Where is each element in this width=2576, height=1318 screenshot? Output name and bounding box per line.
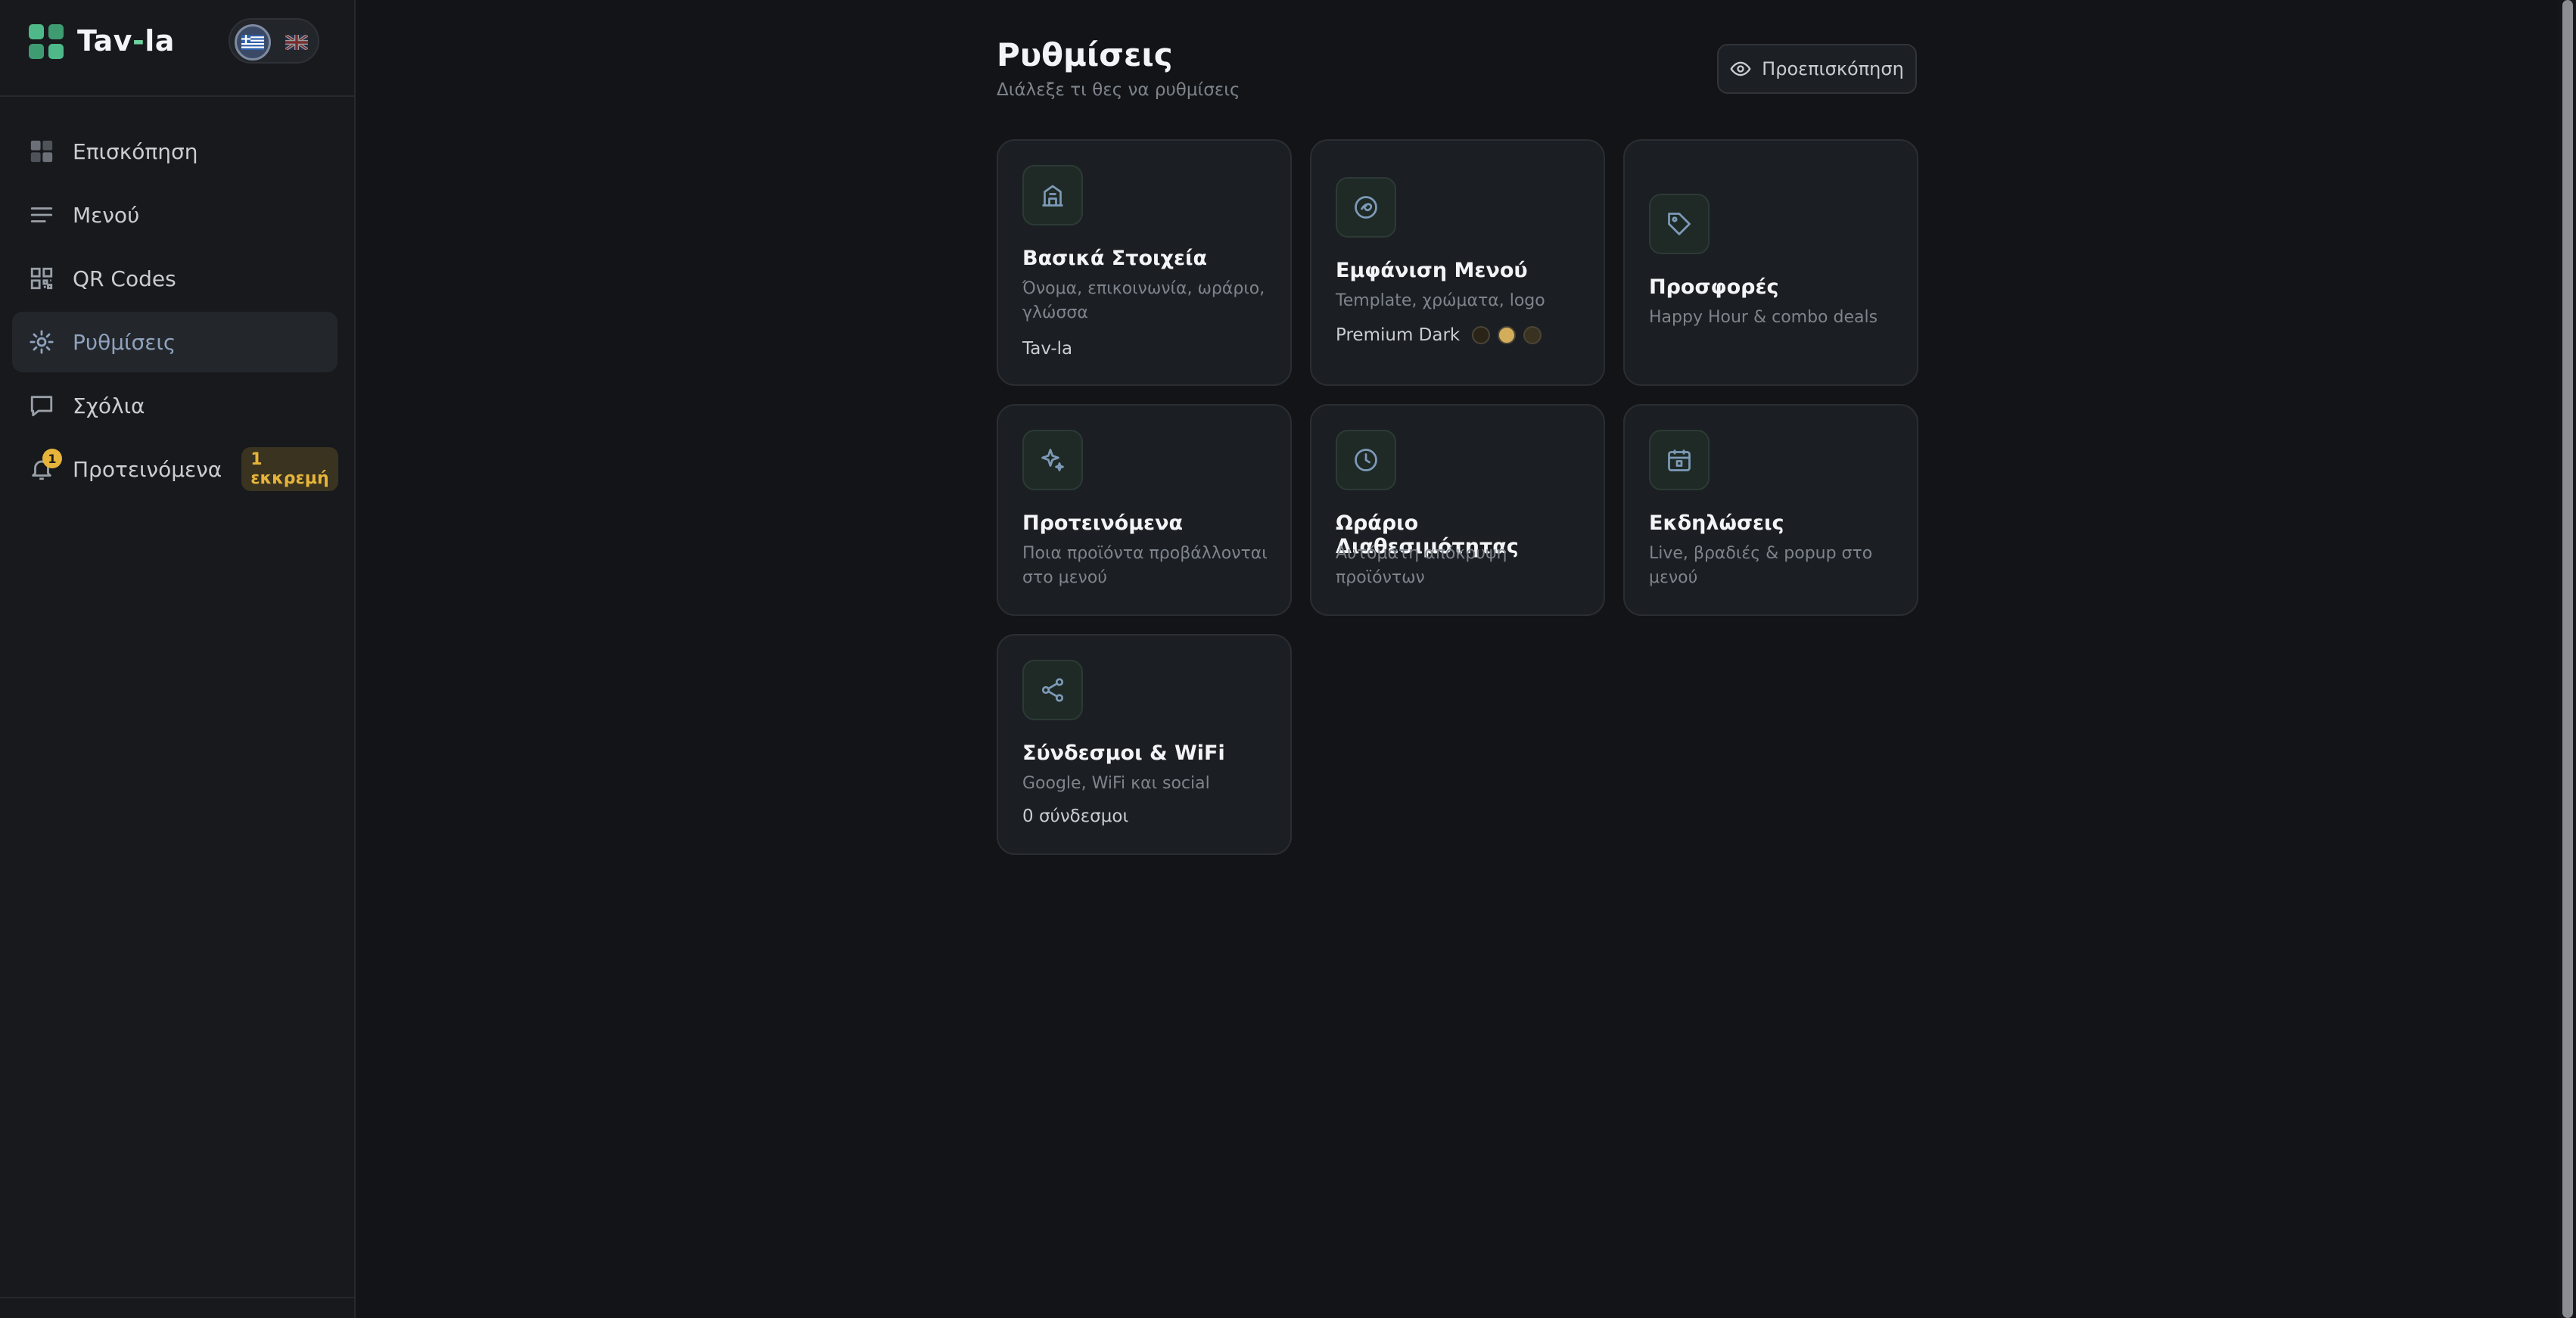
brand-logo-icon[interactable] xyxy=(29,24,64,59)
greek-flag-icon[interactable] xyxy=(235,24,271,61)
clock-icon xyxy=(1336,430,1396,490)
sidebar-item-label: Προτεινόμενα xyxy=(73,456,222,482)
card-title: Εκδηλώσεις xyxy=(1649,511,1784,535)
card-events[interactable]: Εκδηλώσεις Live, βραδιές & popup στο μεν… xyxy=(1623,404,1918,616)
card-meta: Premium Dark xyxy=(1336,325,1542,345)
card-description: Template, χρώματα, logo xyxy=(1336,291,1545,310)
sidebar-item-menu[interactable]: Μενού xyxy=(12,185,338,245)
pending-badge: 1 εκκρεμή xyxy=(241,447,338,491)
sidebar-item-label: Ρυθμίσεις xyxy=(73,329,176,355)
preview-button[interactable]: Προεπισκόπηση xyxy=(1717,44,1917,94)
card-title: Εμφάνιση Μενού xyxy=(1336,259,1528,282)
sidebar-item-settings[interactable]: Ρυθμίσεις xyxy=(12,312,338,372)
qr-code-icon xyxy=(29,266,54,291)
card-description: Αυτόματη απόκρυψη προϊόντων xyxy=(1336,544,1507,587)
card-availability-schedule[interactable]: Ωράριο Διαθεσιμότητας Αυτόματη απόκρυψη … xyxy=(1310,404,1605,616)
card-meta: Tav-la xyxy=(1022,339,1073,359)
card-description: Όνομα, επικοινωνία, ωράριο, γλώσσα xyxy=(1022,279,1265,322)
card-featured[interactable]: Προτεινόμενα Ποια προϊόντα προβάλλονται … xyxy=(997,404,1292,616)
dashboard-icon xyxy=(29,138,54,164)
notification-count-badge: 1 xyxy=(42,449,62,468)
sidebar-item-comments[interactable]: Σχόλια xyxy=(12,375,338,436)
logo-square xyxy=(48,44,64,59)
color-swatch xyxy=(1498,326,1517,344)
brand-name[interactable]: Tav-la xyxy=(77,21,175,61)
gear-icon xyxy=(29,329,54,355)
preview-button-label: Προεπισκόπηση xyxy=(1762,58,1904,79)
sparkle-icon xyxy=(1022,430,1083,490)
card-title: Προτεινόμενα xyxy=(1022,511,1184,535)
sidebar: Tav-la Επισκόπηση Μενού QR Codes Ρυθμίσε… xyxy=(0,0,356,1318)
card-description: Happy Hour & combo deals xyxy=(1649,308,1878,327)
bell-icon: 1 xyxy=(29,449,62,482)
page-subtitle: Διάλεξε τι θες να ρυθμίσεις xyxy=(997,80,1240,100)
sidebar-nav: Επισκόπηση Μενού QR Codes Ρυθμίσεις Σχόλ… xyxy=(12,121,338,502)
brand-name-end: la xyxy=(145,24,175,58)
eye-icon xyxy=(1730,61,1751,76)
card-description: Live, βραδιές & popup στο μενού xyxy=(1649,544,1873,587)
palette-icon xyxy=(1336,177,1396,238)
card-description: Google, WiFi και social xyxy=(1022,774,1210,793)
sidebar-item-featured[interactable]: 1 Προτεινόμενα 1 εκκρεμή xyxy=(12,439,338,499)
card-meta: 0 σύνδεσμοι xyxy=(1022,807,1129,826)
sidebar-item-label: Σχόλια xyxy=(73,393,145,418)
page-title: Ρυθμίσεις xyxy=(997,36,1173,73)
brand-header: Tav-la xyxy=(0,0,354,97)
card-title: Προσφορές xyxy=(1649,275,1779,299)
logo-square xyxy=(29,44,44,59)
language-toggle xyxy=(229,18,319,64)
card-menu-appearance[interactable]: Εμφάνιση Μενού Template, χρώματα, logo P… xyxy=(1310,139,1605,386)
logo-square xyxy=(48,24,64,39)
share-icon xyxy=(1022,660,1083,720)
calendar-icon xyxy=(1649,430,1710,490)
sidebar-item-qr-codes[interactable]: QR Codes xyxy=(12,248,338,309)
tag-icon xyxy=(1649,194,1710,254)
template-name: Premium Dark xyxy=(1336,325,1461,345)
main-content: Ρυθμίσεις Διάλεξε τι θες να ρυθμίσεις Πρ… xyxy=(357,0,2559,1318)
menu-lines-icon xyxy=(29,202,54,228)
comment-icon xyxy=(29,393,54,418)
card-title: Σύνδεσμοι & WiFi xyxy=(1022,741,1225,765)
brand-name-dash: - xyxy=(132,24,145,58)
card-description: Ποια προϊόντα προβάλλονται στο μενού xyxy=(1022,544,1268,587)
brand-name-main: Tav xyxy=(77,24,132,58)
logo-square xyxy=(29,24,44,39)
scrollbar-thumb[interactable] xyxy=(2562,0,2573,1318)
color-swatch xyxy=(1472,326,1491,344)
sidebar-item-overview[interactable]: Επισκόπηση xyxy=(12,121,338,182)
card-title: Βασικά Στοιχεία xyxy=(1022,247,1208,270)
color-swatch xyxy=(1523,326,1542,344)
card-links-wifi[interactable]: Σύνδεσμοι & WiFi Google, WiFi και social… xyxy=(997,634,1292,855)
building-icon xyxy=(1022,165,1083,225)
sidebar-item-label: Επισκόπηση xyxy=(73,138,198,164)
sidebar-item-label: Μενού xyxy=(73,202,140,228)
card-offers[interactable]: Προσφορές Happy Hour & combo deals xyxy=(1623,139,1918,386)
app-window: Tav-la Επισκόπηση Μενού QR Codes Ρυθμίσε… xyxy=(0,0,2576,1318)
uk-flag-icon[interactable] xyxy=(278,24,315,61)
sidebar-divider xyxy=(0,1297,354,1298)
sidebar-item-label: QR Codes xyxy=(73,266,176,291)
card-basic-info[interactable]: Βασικά Στοιχεία Όνομα, επικοινωνία, ωράρ… xyxy=(997,139,1292,386)
